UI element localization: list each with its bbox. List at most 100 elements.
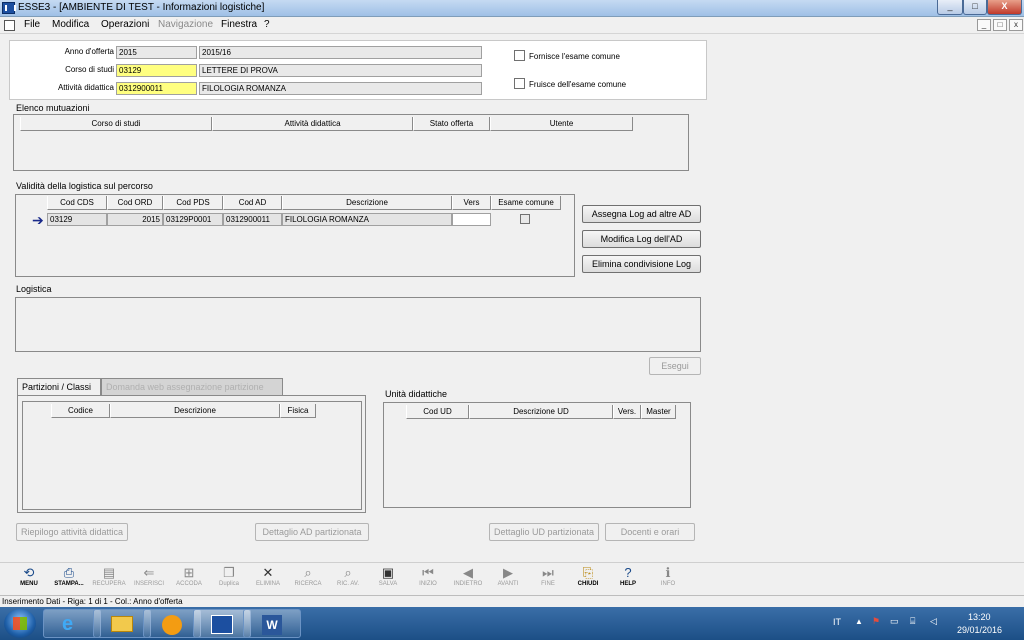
dettaglio-ud-button[interactable]: Dettaglio UD partizionata [489,523,599,541]
app-icon [2,2,16,14]
partizioni-table: Codice Descrizione Fisica [22,401,362,510]
docenti-orari-button[interactable]: Docenti e orari [605,523,695,541]
mutuazioni-col-attivita[interactable]: Attività didattica [212,117,413,131]
esse3-icon [211,615,233,634]
mutuazioni-col-stato[interactable]: Stato offerta [413,117,490,131]
mutuazioni-col-utente[interactable]: Utente [490,117,633,131]
inizio-tool[interactable]: ⏮ INIZIO [408,565,448,595]
unita-col-master[interactable]: Master [641,405,676,419]
row-ad[interactable]: 0312900011 [223,213,282,226]
fine-tool[interactable]: ⏭ FINE [528,565,568,595]
row-desc[interactable]: FILOLOGIA ROMANZA [282,213,452,226]
menu-file[interactable]: File [24,19,40,30]
partizioni-col-fisica[interactable]: Fisica [280,404,316,418]
minimize-button[interactable]: _ [937,0,963,15]
attivita-field[interactable]: 0312900011 [116,82,197,95]
maximize-button[interactable]: □ [963,0,987,15]
tab-domanda-web[interactable]: Domanda web assegnazione partizione [101,378,283,396]
first-icon: ⏮ [422,565,434,580]
validita-col-ad[interactable]: Cod AD [223,196,282,210]
fruisce-checkbox[interactable] [514,78,525,89]
tray-expand-icon[interactable]: ▲ [855,617,863,626]
avanti-tool[interactable]: ▶ AVANTI [488,565,528,595]
menu-finestra[interactable]: Finestra [221,19,257,30]
close-button[interactable]: X [987,0,1022,15]
clock-time[interactable]: 13:20 [968,612,991,622]
duplica-icon: ❐ [223,565,235,580]
mutuazioni-col-corso[interactable]: Corso di studi [20,117,212,131]
word-icon: W [262,615,282,635]
elimina-condivisione-button[interactable]: Elimina condivisione Log [582,255,701,273]
validita-col-esame[interactable]: Esame comune [491,196,561,210]
row-vers[interactable] [452,213,491,226]
language-indicator[interactable]: IT [833,617,841,627]
menu-operazioni[interactable]: Operazioni [101,19,149,30]
info-tool[interactable]: ℹ INFO [648,565,688,595]
validita-col-pds[interactable]: Cod PDS [163,196,223,210]
inserisci-tool[interactable]: ⇐ INSERISCI [129,565,169,595]
corso-field[interactable]: 03129 [116,64,197,77]
folder-icon [111,616,133,632]
dettaglio-ad-button[interactable]: Dettaglio AD partizionata [255,523,369,541]
status-bar: Inserimento Dati - Riga: 1 di 1 - Col.: … [0,595,1024,607]
chiudi-tool[interactable]: ⎘ CHIUDI [568,565,608,595]
volume-icon[interactable]: ◁ [930,616,937,627]
display-icon[interactable]: ▭ [890,616,899,627]
partizioni-col-descrizione[interactable]: Descrizione [110,404,280,418]
validita-title: Validità della logistica sul percorso [16,181,153,191]
ricerca-avanzata-tool[interactable]: ⌕ RIC. AV. [328,565,368,595]
unita-col-vers[interactable]: Vers. [613,405,641,419]
flag-icon[interactable]: ⚑ [872,616,880,627]
assegna-log-button[interactable]: Assegna Log ad altre AD [582,205,701,223]
mdi-restore-button[interactable]: □ [993,19,1007,31]
document-icon[interactable] [4,20,15,31]
riepilogo-button[interactable]: Riepilogo attività didattica [16,523,128,541]
ricerca-tool[interactable]: ⌕ RICERCA [288,565,328,595]
network-icon[interactable]: ⌸ [910,616,915,627]
accoda-tool[interactable]: ⊞ ACCODA [169,565,209,595]
attivita-label: Attività didattica [57,83,114,92]
validita-col-vers[interactable]: Vers [452,196,491,210]
modifica-log-button[interactable]: Modifica Log dell'AD [582,230,701,248]
menu-navigazione[interactable]: Navigazione [158,19,213,30]
mdi-minimize-button[interactable]: _ [977,19,991,31]
unita-table: Cod UD Descrizione UD Vers. Master [383,402,691,508]
row-cds[interactable]: 03129 [47,213,107,226]
unita-col-desc[interactable]: Descrizione UD [469,405,613,419]
recupera-tool[interactable]: ▤ RECUPERA [89,565,129,595]
row-pds[interactable]: 03129P0001 [163,213,223,226]
esegui-button[interactable]: Esegui [649,357,701,375]
tab-partizioni[interactable]: Partizioni / Classi [17,378,101,396]
elimina-tool[interactable]: ✕ ELIMINA [248,565,288,595]
salva-tool[interactable]: ▣ SALVA [368,565,408,595]
last-icon: ⏭ [542,565,554,580]
clock-date[interactable]: 29/01/2016 [957,625,1002,635]
unita-col-cod[interactable]: Cod UD [406,405,469,419]
taskbar-word[interactable]: W [243,609,301,638]
stampa-tool[interactable]: ⎙ STAMPA... [49,565,89,595]
row-ord[interactable]: 2015 [107,213,163,226]
validita-col-ord[interactable]: Cod ORD [107,196,163,210]
start-button[interactable] [4,609,36,638]
previous-icon: ◀ [463,565,473,580]
help-tool[interactable]: ? HELP [608,565,648,595]
anno-field[interactable]: 2015 [116,46,197,59]
partizioni-col-codice[interactable]: Codice [51,404,110,418]
corso-desc-field: LETTERE DI PROVA [199,64,482,77]
fornisce-checkbox[interactable] [514,50,525,61]
validita-col-cds[interactable]: Cod CDS [47,196,107,210]
menu-modifica[interactable]: Modifica [52,19,89,30]
menu-help[interactable]: ? [264,19,270,30]
duplica-tool[interactable]: ❐ Duplica [209,565,249,595]
windows-logo-icon [13,617,27,630]
title-bar[interactable]: ESSE3 - [AMBIENTE DI TEST - Informazioni… [0,0,1024,17]
indietro-tool[interactable]: ◀ INDIETRO [448,565,488,595]
menu-tool[interactable]: ⟲ MENU [9,565,49,595]
validita-col-desc[interactable]: Descrizione [282,196,452,210]
row-esame-checkbox[interactable] [520,214,530,224]
exit-door-icon: ⎘ [582,565,594,580]
logistica-area[interactable] [15,297,701,352]
mdi-close-button[interactable]: x [1009,19,1023,31]
partizioni-panel: Codice Descrizione Fisica [17,395,366,513]
media-player-icon [162,615,182,635]
